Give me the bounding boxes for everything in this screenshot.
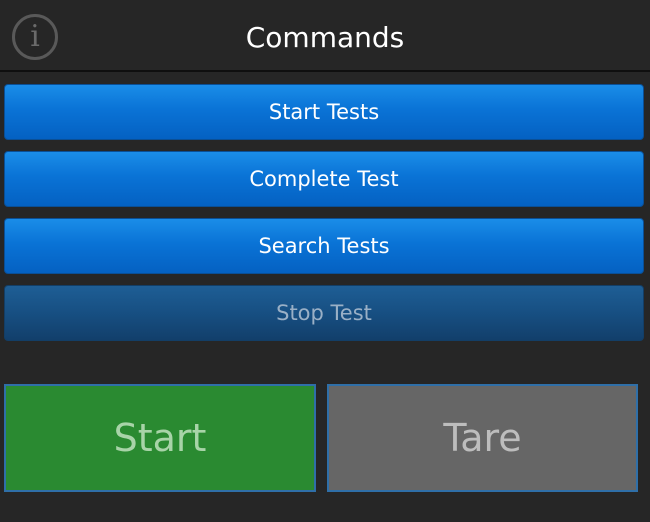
commands-screen: i Commands Start Tests Complete Test Sea… xyxy=(0,0,650,522)
complete-test-label: Complete Test xyxy=(249,167,399,191)
stop-test-button[interactable]: Stop Test xyxy=(4,285,644,341)
search-tests-label: Search Tests xyxy=(258,234,390,258)
start-label: Start xyxy=(113,416,207,460)
tare-label: Tare xyxy=(443,416,522,460)
start-button[interactable]: Start xyxy=(4,384,316,492)
page-title: Commands xyxy=(245,21,405,54)
tare-button[interactable]: Tare xyxy=(327,384,638,492)
header-bar: i Commands xyxy=(0,0,650,72)
start-tests-label: Start Tests xyxy=(268,100,380,124)
search-tests-button[interactable]: Search Tests xyxy=(4,218,644,274)
start-tests-button[interactable]: Start Tests xyxy=(4,84,644,140)
complete-test-button[interactable]: Complete Test xyxy=(4,151,644,207)
stop-test-label: Stop Test xyxy=(276,301,372,325)
